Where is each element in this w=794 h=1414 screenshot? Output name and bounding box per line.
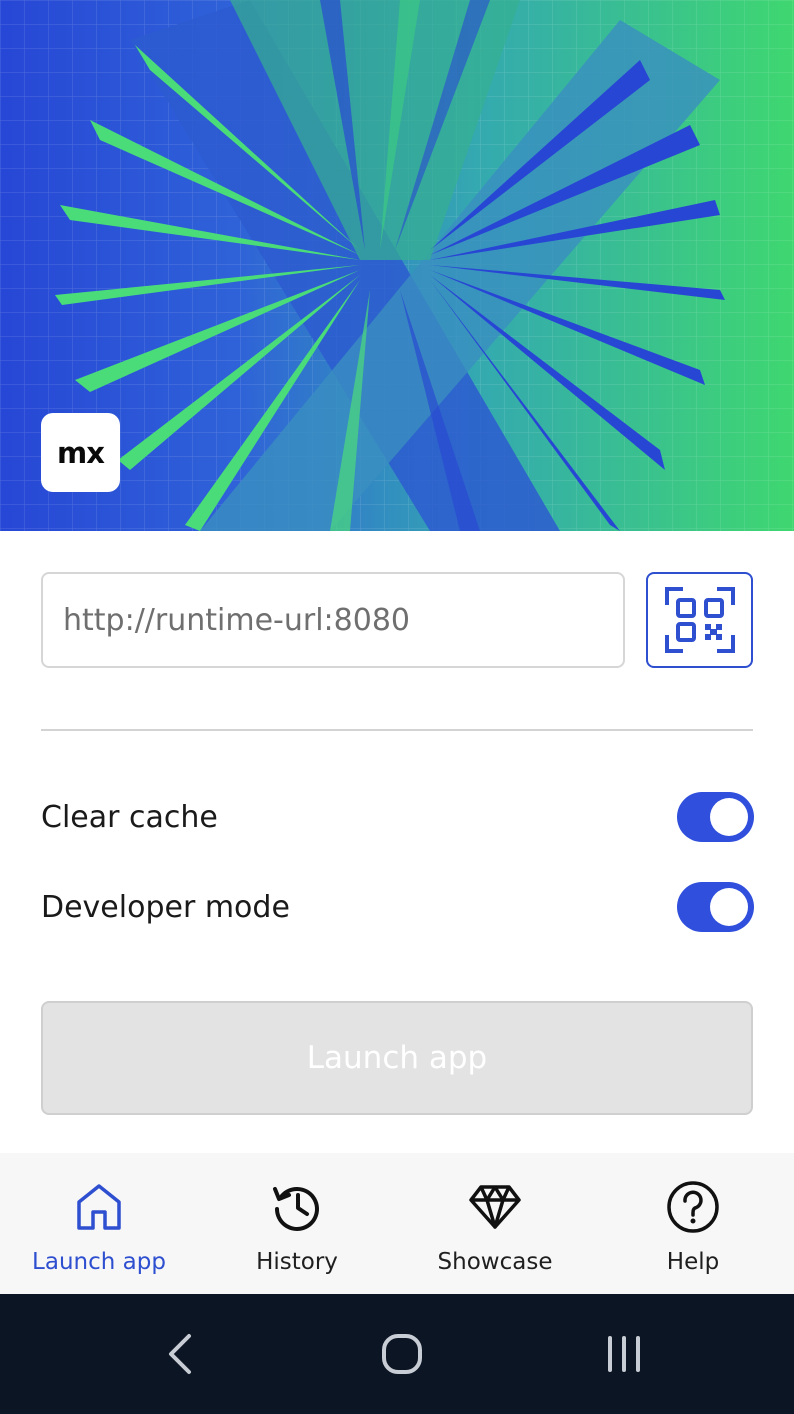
qr-code-scan-icon	[664, 587, 735, 653]
help-icon	[666, 1180, 720, 1234]
section-divider	[41, 729, 753, 731]
clear-cache-label: Clear cache	[41, 800, 218, 835]
app-screen: mx Clear cache	[0, 0, 794, 1414]
developer-mode-toggle[interactable]	[677, 882, 754, 932]
toggle-knob	[710, 798, 748, 836]
system-navigation-bar	[0, 1294, 794, 1414]
clear-cache-toggle[interactable]	[677, 792, 754, 842]
back-icon[interactable]	[150, 1324, 210, 1384]
developer-mode-label: Developer mode	[41, 890, 290, 925]
bottom-tab-bar: Launch app History Showcase Help	[0, 1153, 794, 1294]
diamond-icon	[468, 1180, 522, 1234]
history-icon	[270, 1180, 324, 1234]
recent-apps-icon[interactable]	[594, 1324, 654, 1384]
runtime-url-input[interactable]	[41, 572, 625, 668]
tab-help[interactable]: Help	[594, 1153, 792, 1294]
toggle-knob	[710, 888, 748, 926]
tab-label: History	[256, 1249, 338, 1275]
tab-label: Help	[666, 1249, 720, 1275]
tab-launch-app[interactable]: Launch app	[0, 1153, 198, 1294]
qr-scan-button[interactable]	[646, 572, 753, 668]
tab-label: Launch app	[32, 1249, 166, 1275]
launch-app-button[interactable]: Launch app	[41, 1001, 753, 1115]
home-circle-icon[interactable]	[372, 1324, 432, 1384]
home-icon	[72, 1180, 126, 1234]
hero-banner: mx	[0, 0, 794, 531]
tab-history[interactable]: History	[198, 1153, 396, 1294]
mendix-logo: mx	[41, 413, 120, 492]
tab-showcase[interactable]: Showcase	[396, 1153, 594, 1294]
tab-label: Showcase	[437, 1249, 553, 1275]
